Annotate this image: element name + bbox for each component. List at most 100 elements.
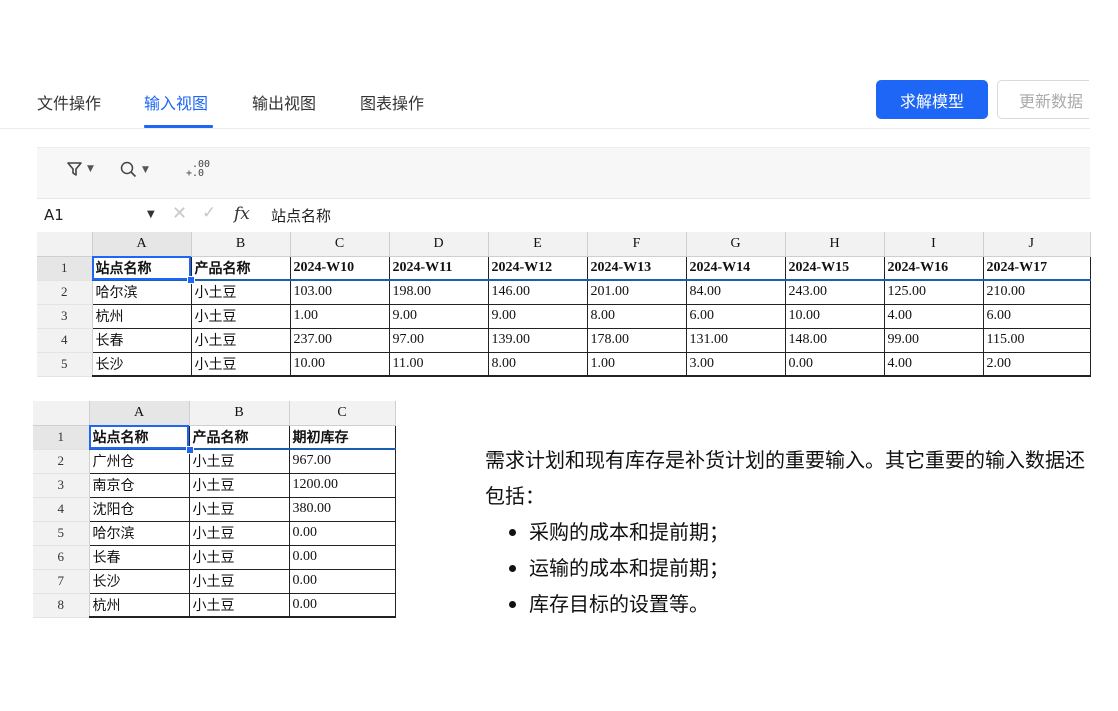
table-cell-active[interactable]: 站点名称 — [89, 425, 190, 450]
table-cell[interactable]: 小土豆 — [191, 304, 291, 329]
column-header[interactable]: E — [488, 232, 588, 257]
tab-chart-operations[interactable]: 图表操作 — [360, 90, 424, 114]
table-cell[interactable]: 2.00 — [983, 352, 1091, 377]
table-cell[interactable]: 0.00 — [289, 545, 396, 570]
column-header[interactable]: A — [92, 232, 192, 257]
table-cell[interactable]: 产品名称 — [191, 256, 291, 281]
row-header[interactable]: 2 — [37, 280, 93, 305]
table-cell[interactable]: 小土豆 — [189, 449, 290, 474]
table-cell[interactable]: 小土豆 — [191, 352, 291, 377]
fill-handle[interactable] — [186, 446, 194, 454]
table-cell[interactable]: 2024-W17 — [983, 256, 1091, 281]
table-cell[interactable]: 长春 — [89, 545, 190, 570]
table-cell[interactable]: 0.00 — [289, 521, 396, 546]
name-box[interactable]: A1 — [44, 206, 64, 224]
row-header[interactable]: 1 — [37, 256, 93, 281]
update-data-button[interactable]: 更新数据 — [997, 80, 1089, 119]
table-cell[interactable]: 小土豆 — [189, 497, 290, 522]
table-cell[interactable]: 1.00 — [587, 352, 687, 377]
table-cell[interactable]: 8.00 — [488, 352, 588, 377]
tab-input-view[interactable]: 输入视图 — [144, 90, 208, 114]
table-cell[interactable]: 210.00 — [983, 280, 1091, 305]
fill-handle[interactable] — [187, 276, 195, 284]
filter-dropdown[interactable]: ▼ — [67, 161, 94, 177]
search-dropdown[interactable]: ▼ — [120, 161, 149, 178]
chevron-down-icon[interactable]: ▼ — [147, 209, 155, 220]
column-header[interactable]: D — [389, 232, 489, 257]
row-header[interactable]: 7 — [33, 569, 90, 594]
tab-file-operations[interactable]: 文件操作 — [37, 90, 101, 114]
column-header[interactable]: B — [191, 232, 291, 257]
table-cell[interactable]: 125.00 — [884, 280, 984, 305]
solve-model-button[interactable]: 求解模型 — [876, 80, 988, 119]
table-cell[interactable]: 长春 — [92, 328, 192, 353]
sheet-corner[interactable] — [33, 401, 90, 426]
formula-input[interactable]: 站点名称 — [271, 205, 331, 226]
table-cell[interactable]: 1.00 — [290, 304, 390, 329]
table-cell[interactable]: 148.00 — [785, 328, 885, 353]
tab-output-view[interactable]: 输出视图 — [252, 90, 316, 114]
table-cell[interactable]: 103.00 — [290, 280, 390, 305]
table-cell[interactable]: 产品名称 — [189, 425, 290, 450]
column-header[interactable]: H — [785, 232, 885, 257]
table-cell[interactable]: 201.00 — [587, 280, 687, 305]
table-cell[interactable]: 长沙 — [89, 569, 190, 594]
table-cell[interactable]: 小土豆 — [189, 521, 290, 546]
table-cell[interactable]: 小土豆 — [191, 328, 291, 353]
table-cell[interactable]: 99.00 — [884, 328, 984, 353]
table-cell[interactable]: 杭州 — [89, 593, 190, 618]
row-header[interactable]: 4 — [37, 328, 93, 353]
table-cell[interactable]: 967.00 — [289, 449, 396, 474]
table-cell[interactable]: 2024-W15 — [785, 256, 885, 281]
decimal-format-button[interactable]: .00 +.0 — [186, 160, 210, 179]
table-cell[interactable]: 3.00 — [686, 352, 786, 377]
table-cell[interactable]: 178.00 — [587, 328, 687, 353]
table-cell[interactable]: 4.00 — [884, 304, 984, 329]
sheet-corner[interactable] — [37, 232, 93, 257]
table-cell[interactable]: 长沙 — [92, 352, 192, 377]
table-cell[interactable]: 沈阳仓 — [89, 497, 190, 522]
table-cell[interactable]: 380.00 — [289, 497, 396, 522]
table-cell[interactable]: 期初库存 — [289, 425, 396, 450]
table-cell[interactable]: 2024-W12 — [488, 256, 588, 281]
table-cell[interactable]: 4.00 — [884, 352, 984, 377]
row-header[interactable]: 1 — [33, 425, 90, 450]
table-cell[interactable]: 0.00 — [289, 593, 396, 618]
table-cell[interactable]: 杭州 — [92, 304, 192, 329]
column-header[interactable]: C — [289, 401, 396, 426]
column-header[interactable]: F — [587, 232, 687, 257]
table-cell-active[interactable]: 站点名称 — [92, 256, 192, 281]
column-header[interactable]: G — [686, 232, 786, 257]
table-cell[interactable]: 11.00 — [389, 352, 489, 377]
table-cell[interactable]: 0.00 — [785, 352, 885, 377]
table-cell[interactable]: 2024-W16 — [884, 256, 984, 281]
row-header[interactable]: 6 — [33, 545, 90, 570]
table-cell[interactable]: 8.00 — [587, 304, 687, 329]
function-icon[interactable]: fx — [234, 204, 250, 224]
row-header[interactable]: 2 — [33, 449, 90, 474]
column-header[interactable]: C — [290, 232, 390, 257]
table-cell[interactable]: 0.00 — [289, 569, 396, 594]
row-header[interactable]: 5 — [37, 352, 93, 377]
table-cell[interactable]: 小土豆 — [189, 473, 290, 498]
table-cell[interactable]: 2024-W11 — [389, 256, 489, 281]
row-header[interactable]: 3 — [37, 304, 93, 329]
table-cell[interactable]: 9.00 — [389, 304, 489, 329]
table-cell[interactable]: 小土豆 — [189, 569, 290, 594]
table-cell[interactable]: 6.00 — [983, 304, 1091, 329]
table-cell[interactable]: 243.00 — [785, 280, 885, 305]
confirm-icon[interactable]: ✓ — [202, 203, 216, 223]
table-cell[interactable]: 198.00 — [389, 280, 489, 305]
table-cell[interactable]: 9.00 — [488, 304, 588, 329]
table-cell[interactable]: 小土豆 — [189, 545, 290, 570]
table-cell[interactable]: 10.00 — [785, 304, 885, 329]
table-cell[interactable]: 2024-W14 — [686, 256, 786, 281]
column-header[interactable]: B — [189, 401, 290, 426]
column-header[interactable]: J — [983, 232, 1091, 257]
table-cell[interactable]: 115.00 — [983, 328, 1091, 353]
table-cell[interactable]: 广州仓 — [89, 449, 190, 474]
table-cell[interactable]: 南京仓 — [89, 473, 190, 498]
table-cell[interactable]: 6.00 — [686, 304, 786, 329]
table-cell[interactable]: 小土豆 — [189, 593, 290, 618]
table-cell[interactable]: 146.00 — [488, 280, 588, 305]
